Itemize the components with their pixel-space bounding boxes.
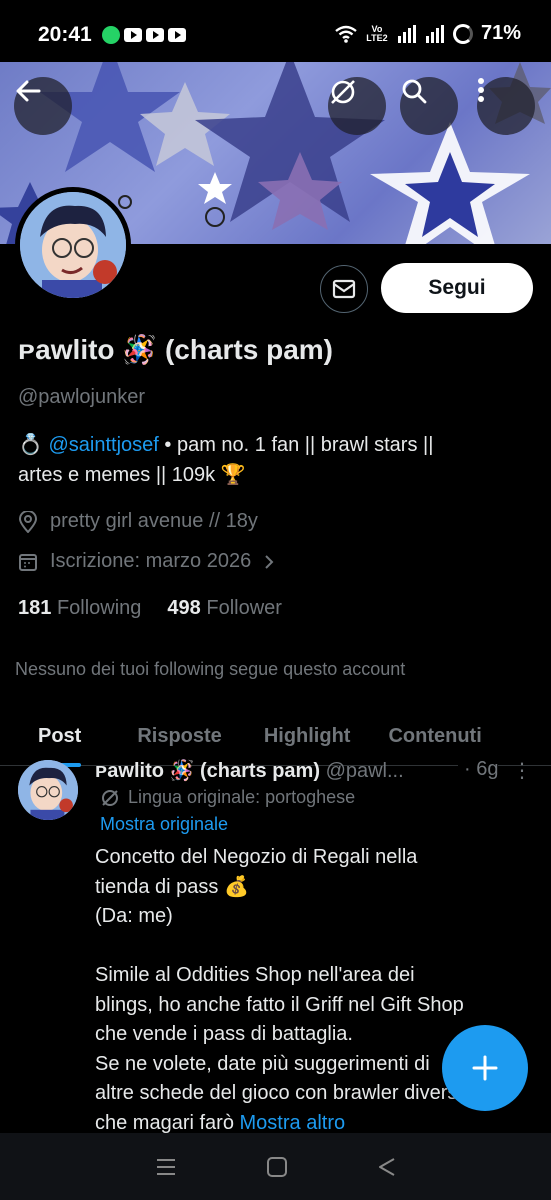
notifications-off-icon bbox=[331, 80, 355, 104]
profile-bio: 💍 @sainttjosef • pam no. 1 fan || brawl … bbox=[18, 430, 533, 490]
tweet-line: (Da: me) bbox=[95, 905, 173, 927]
back-icon[interactable] bbox=[377, 1156, 397, 1178]
status-indicators: Vo LTE2 71% bbox=[335, 22, 521, 45]
volte-indicator: Vo LTE2 bbox=[366, 23, 388, 43]
battery-icon bbox=[452, 23, 473, 44]
status-time: 20:41 bbox=[38, 23, 92, 46]
tweet-author-avatar[interactable] bbox=[18, 760, 78, 820]
whatsapp-icon bbox=[102, 26, 120, 44]
follow-stats: 181 Following 498 Follower bbox=[18, 597, 282, 620]
chevron-right-icon bbox=[265, 554, 274, 569]
signal-icon bbox=[425, 24, 444, 43]
avatar-image bbox=[20, 192, 126, 298]
tab-contenuti[interactable]: Contenuti bbox=[388, 706, 481, 766]
location-text: pretty girl avenue // 18y bbox=[50, 510, 258, 532]
show-original-link[interactable]: Mostra originale bbox=[100, 814, 228, 835]
ring-emoji: 💍 bbox=[18, 434, 43, 456]
tweet-last-line: che magari farò bbox=[95, 1111, 240, 1134]
profile-avatar[interactable] bbox=[15, 187, 131, 303]
followers-label: Follower bbox=[206, 597, 282, 619]
follow-button[interactable]: Segui bbox=[381, 263, 533, 313]
notification-icons bbox=[102, 26, 186, 44]
tab-post[interactable]: Post bbox=[38, 706, 82, 767]
youtube-icon bbox=[146, 28, 164, 42]
tweet-timestamp: · 6g bbox=[458, 758, 499, 781]
notifications-button[interactable] bbox=[328, 77, 386, 135]
translated-note-text: Lingua originale: portoghese bbox=[128, 787, 356, 807]
signal-icon bbox=[397, 24, 416, 43]
system-nav-bar bbox=[0, 1133, 551, 1200]
tweet-more-icon[interactable]: ⋮ bbox=[512, 758, 532, 783]
tweet-author-name[interactable]: ᴘawlito 🪅 (charts pam) bbox=[95, 760, 320, 782]
bio-mention-link[interactable]: @sainttjosef bbox=[48, 434, 158, 456]
bio-text-line2: artes e memes || 109k 🏆 bbox=[18, 464, 246, 486]
following-link[interactable]: 181 Following bbox=[18, 597, 141, 620]
back-arrow-icon bbox=[16, 80, 41, 102]
translate-icon bbox=[102, 789, 118, 806]
profile-handle: @pawlojunker bbox=[18, 386, 146, 408]
back-button[interactable] bbox=[14, 77, 72, 135]
tab-risposte[interactable]: Risposte bbox=[137, 706, 221, 766]
more-button[interactable] bbox=[477, 77, 535, 135]
following-count: 181 bbox=[18, 597, 52, 619]
wifi-icon bbox=[335, 25, 357, 43]
mutual-followers-note: Nessuno dei tuoi following segue questo … bbox=[15, 659, 406, 679]
plus-icon bbox=[472, 1055, 498, 1081]
envelope-icon bbox=[332, 279, 356, 299]
youtube-icon bbox=[124, 28, 142, 42]
tweet-line: Simile al Oddities Shop nell'area dei bbox=[95, 964, 415, 986]
joined-row[interactable]: Iscrizione: marzo 2026 bbox=[18, 550, 275, 573]
profile-tabs: Post Risposte Highlight Contenuti bbox=[0, 706, 551, 767]
joined-text: Iscrizione: marzo 2026 bbox=[50, 550, 252, 572]
tweet-line: tienda di pass 💰 bbox=[95, 875, 249, 898]
tweet-line: blings, ho anche fatto il Griff nel Gift… bbox=[95, 993, 464, 1016]
battery-level: 71% bbox=[480, 22, 521, 44]
tweet-author-handle: @pawl... bbox=[325, 760, 404, 782]
compose-button[interactable] bbox=[442, 1025, 528, 1111]
recents-icon[interactable] bbox=[155, 1157, 177, 1177]
status-bar: 20:41 Vo LTE2 71% bbox=[0, 0, 551, 62]
bio-text: • pam no. 1 fan || brawl stars || bbox=[158, 434, 434, 456]
more-vertical-icon bbox=[478, 78, 484, 102]
calendar-icon bbox=[19, 553, 37, 571]
tweet-line bbox=[95, 932, 540, 962]
tab-highlight[interactable]: Highlight bbox=[264, 706, 351, 766]
search-button[interactable] bbox=[400, 77, 458, 135]
followers-link[interactable]: 498 Follower bbox=[167, 597, 282, 620]
search-icon bbox=[402, 79, 427, 104]
followers-count: 498 bbox=[167, 597, 201, 619]
show-more-link[interactable]: Mostra altro bbox=[240, 1112, 346, 1134]
translated-note: Lingua originale: portoghese bbox=[100, 787, 355, 808]
following-label: Following bbox=[56, 597, 142, 619]
profile-display-name: ᴘawlito 🪅 (charts pam) bbox=[18, 334, 333, 365]
home-icon[interactable] bbox=[266, 1156, 288, 1178]
message-button[interactable] bbox=[320, 265, 368, 313]
location-pin-icon bbox=[18, 510, 38, 533]
youtube-icon bbox=[168, 28, 186, 42]
location-row: pretty girl avenue // 18y bbox=[18, 510, 258, 533]
tweet-line: Concetto del Negozio di Regali nella bbox=[95, 846, 418, 868]
